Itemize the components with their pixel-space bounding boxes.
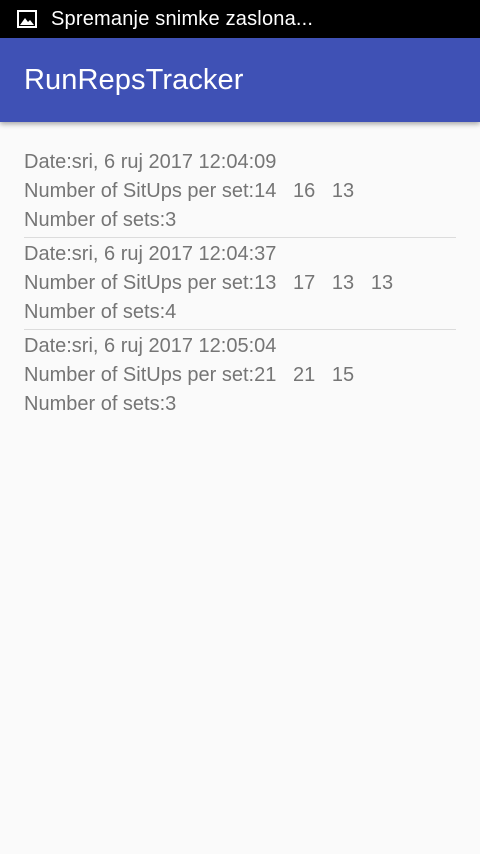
entry-situps: Number of SitUps per set:21 21 15 [24,364,355,386]
entry-situps: Number of SitUps per set:14 16 13 [24,180,355,202]
entry-sets: Number of sets:4 [24,301,177,323]
app-title: RunRepsTracker [24,63,244,96]
entry-date: Date:sri, 6 ruj 2017 12:04:37 [24,243,277,265]
workout-list: Date:sri, 6 ruj 2017 12:04:09 Number of … [24,148,456,423]
status-notification-text: Spremanje snimke zaslona... [51,7,314,30]
entry-sets: Number of sets:3 [24,209,177,231]
list-item[interactable]: Date:sri, 6 ruj 2017 12:05:04 Number of … [24,332,456,421]
list-item[interactable]: Date:sri, 6 ruj 2017 12:04:09 Number of … [24,148,456,238]
image-icon [17,10,37,28]
app-bar: RunRepsTracker [0,38,480,122]
entry-situps: Number of SitUps per set:13 17 13 13 [24,272,394,294]
status-bar: Spremanje snimke zaslona... [0,0,480,38]
entry-date: Date:sri, 6 ruj 2017 12:04:09 [24,151,277,173]
list-item[interactable]: Date:sri, 6 ruj 2017 12:04:37 Number of … [24,240,456,330]
entry-sets: Number of sets:3 [24,393,177,415]
entry-date: Date:sri, 6 ruj 2017 12:05:04 [24,335,277,357]
